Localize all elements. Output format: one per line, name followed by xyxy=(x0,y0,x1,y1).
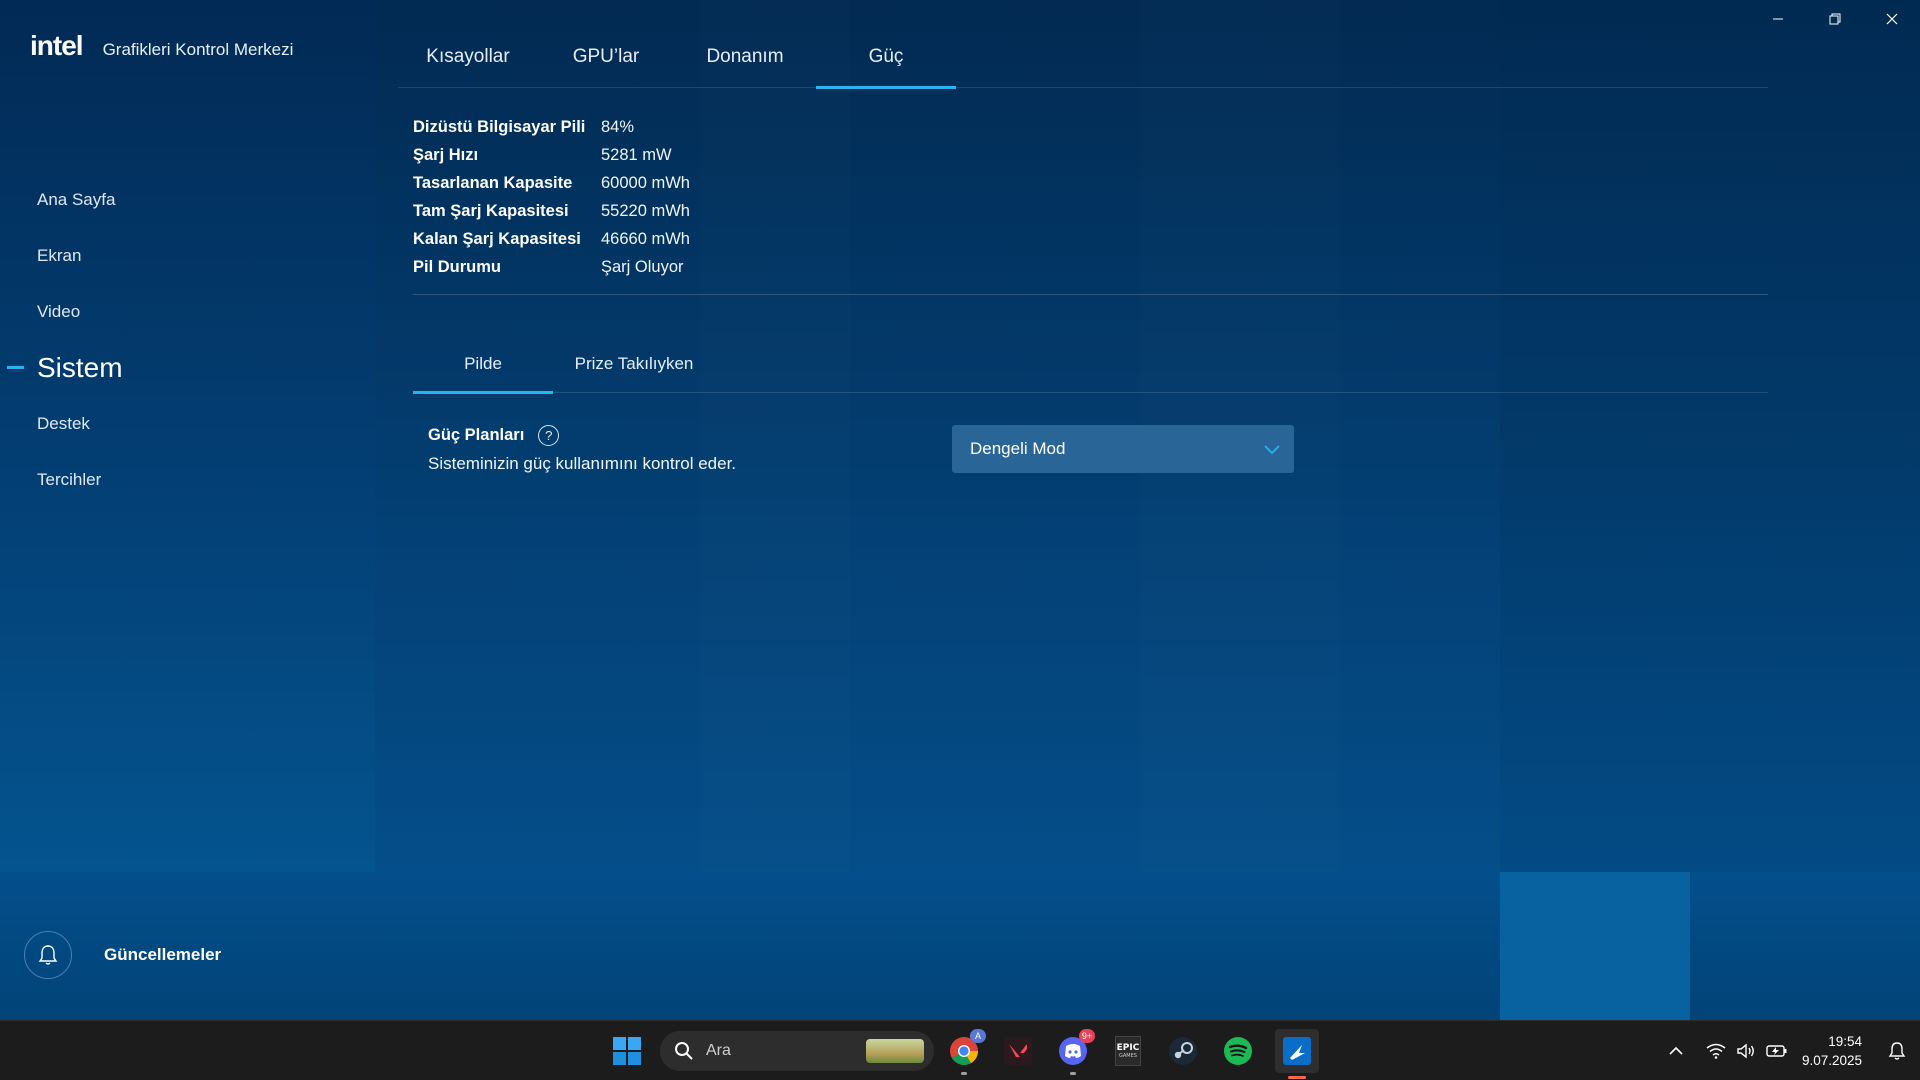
help-icon[interactable]: ? xyxy=(538,425,560,446)
battery-row: Pil Durumu Şarj Oluyor xyxy=(413,253,690,281)
valorant-button[interactable] xyxy=(1000,1033,1036,1069)
running-indicator xyxy=(961,1072,967,1075)
taskbar-search[interactable]: Ara xyxy=(660,1031,934,1071)
main-tabs: Kısayollar GPU’lar Donanım Güç xyxy=(398,38,1768,89)
spotify-button[interactable] xyxy=(1220,1033,1256,1069)
sidebar-item-ekran[interactable]: Ekran xyxy=(0,228,370,284)
volume-icon xyxy=(1737,1043,1754,1059)
restore-icon xyxy=(1829,13,1840,25)
app-header: intel Grafikleri Kontrol Merkezi xyxy=(30,30,293,62)
windows-icon xyxy=(613,1037,641,1065)
tab-prize-takiliyken[interactable]: Prize Takılıyken xyxy=(553,346,715,393)
battery-row: Tam Şarj Kapasitesi 55220 mWh xyxy=(413,197,690,225)
battery-key: Tasarlanan Kapasite xyxy=(413,173,573,192)
spotify-icon xyxy=(1224,1037,1252,1065)
battery-key: Pil Durumu xyxy=(413,257,502,276)
power-plan-title: Güç Planları xyxy=(428,426,525,444)
search-highlight-image xyxy=(866,1039,924,1063)
power-subtabs: Pilde Prize Takılıyken xyxy=(413,346,1768,394)
sidebar-item-sistem[interactable]: Sistem xyxy=(0,340,370,396)
accent-block xyxy=(1500,872,1690,1020)
show-hidden-icons-button[interactable] xyxy=(1656,1046,1696,1056)
steam-icon xyxy=(1169,1037,1197,1065)
power-plan-dropdown[interactable]: Dengeli Mod xyxy=(952,425,1294,473)
active-indicator xyxy=(1288,1076,1306,1079)
battery-key: Şarj Hızı xyxy=(413,145,479,164)
battery-key: Tam Şarj Kapasitesi xyxy=(413,201,569,220)
wifi-icon xyxy=(1706,1043,1726,1059)
start-button[interactable] xyxy=(609,1033,645,1069)
power-plan-header: Güç Planları ? xyxy=(428,425,736,446)
close-button[interactable] xyxy=(1863,0,1920,38)
updates-label: Güncellemeler xyxy=(104,945,222,964)
battery-info: Dizüstü Bilgisayar Pili 84% Şarj Hızı 5281… xyxy=(413,113,690,281)
sidebar-item-tercihler[interactable]: Tercihler xyxy=(0,452,370,508)
updates-button[interactable]: Güncellemeler xyxy=(24,931,221,979)
notifications-button[interactable] xyxy=(1882,1041,1912,1061)
power-plan-section: Güç Planları ? Sisteminizin güç kullanım… xyxy=(428,425,736,474)
bell-icon xyxy=(24,931,72,979)
chrome-button[interactable]: A xyxy=(946,1029,986,1075)
search-icon xyxy=(675,1042,693,1060)
quick-settings-button[interactable] xyxy=(1706,1043,1788,1059)
sidebar-item-destek[interactable]: Destek xyxy=(0,396,370,452)
battery-value: 60000 mWh xyxy=(601,173,690,192)
tab-kisayollar[interactable]: Kısayollar xyxy=(398,38,538,88)
taskbar: Ara A 9+ EPIC GAMES 19:54 9.07.2025 xyxy=(0,1020,1920,1080)
steam-button[interactable] xyxy=(1165,1033,1201,1069)
discord-notification-badge: 9+ xyxy=(1079,1029,1095,1043)
right-background xyxy=(1500,0,1920,872)
sidebar-nav: Ana Sayfa Ekran Video Sistem Destek Terc… xyxy=(0,172,370,508)
notification-bell-icon xyxy=(1888,1042,1906,1060)
battery-key: Kalan Şarj Kapasitesi xyxy=(413,229,581,248)
search-placeholder: Ara xyxy=(706,1042,731,1059)
battery-row: Dizüstü Bilgisayar Pili 84% xyxy=(413,113,690,141)
sidebar-item-ana-sayfa[interactable]: Ana Sayfa xyxy=(0,172,370,228)
clock-time: 19:54 xyxy=(1828,1034,1862,1049)
clock-date: 9.07.2025 xyxy=(1801,1053,1862,1068)
battery-value: 46660 mWh xyxy=(601,229,690,248)
tab-guc[interactable]: Güç xyxy=(816,38,956,89)
restore-button[interactable] xyxy=(1806,0,1863,38)
battery-row: Kalan Şarj Kapasitesi 46660 mWh xyxy=(413,225,690,253)
epic-games-button[interactable]: EPIC GAMES xyxy=(1110,1033,1146,1069)
intel-graphics-icon xyxy=(1283,1037,1311,1065)
minimize-button[interactable] xyxy=(1749,0,1806,38)
window-controls xyxy=(1749,0,1920,38)
chevron-down-icon xyxy=(1264,445,1280,455)
battery-key: Dizüstü Bilgisayar Pili xyxy=(413,117,586,136)
battery-value: 5281 mW xyxy=(601,145,672,164)
chrome-profile-badge: A xyxy=(970,1029,986,1043)
intel-logo: intel xyxy=(30,30,84,61)
epic-games-icon: EPIC GAMES xyxy=(1115,1036,1141,1066)
chevron-up-icon xyxy=(1669,1046,1683,1055)
tab-gpular[interactable]: GPU’lar xyxy=(538,38,674,88)
power-plan-description: Sisteminizin güç kullanımını kontrol ede… xyxy=(428,454,737,473)
tab-donanim[interactable]: Donanım xyxy=(674,38,816,88)
battery-value: 84% xyxy=(601,117,635,136)
dropdown-value: Dengeli Mod xyxy=(970,439,1066,458)
battery-row: Şarj Hızı 5281 mW xyxy=(413,141,690,169)
discord-button[interactable]: 9+ xyxy=(1055,1029,1095,1075)
close-icon xyxy=(1886,13,1897,25)
intel-graphics-button[interactable] xyxy=(1275,1029,1319,1079)
battery-row: Tasarlanan Kapasite 60000 mWh xyxy=(413,169,690,197)
valorant-icon xyxy=(1004,1037,1032,1065)
battery-value: Şarj Oluyor xyxy=(601,257,684,276)
section-divider xyxy=(413,294,1768,295)
minimize-icon xyxy=(1772,18,1783,20)
clock-button[interactable]: 19:54 9.07.2025 xyxy=(1802,1032,1862,1070)
battery-charging-icon xyxy=(1766,1045,1787,1057)
app-window: intel Grafikleri Kontrol Merkezi Ana Say… xyxy=(0,0,1920,1020)
app-title: Grafikleri Kontrol Merkezi xyxy=(102,40,294,59)
tab-pilde[interactable]: Pilde xyxy=(413,346,553,394)
system-tray: 19:54 9.07.2025 xyxy=(1656,1021,1920,1080)
running-indicator xyxy=(1070,1072,1076,1075)
sidebar-item-video[interactable]: Video xyxy=(0,284,370,340)
battery-value: 55220 mWh xyxy=(601,201,690,220)
